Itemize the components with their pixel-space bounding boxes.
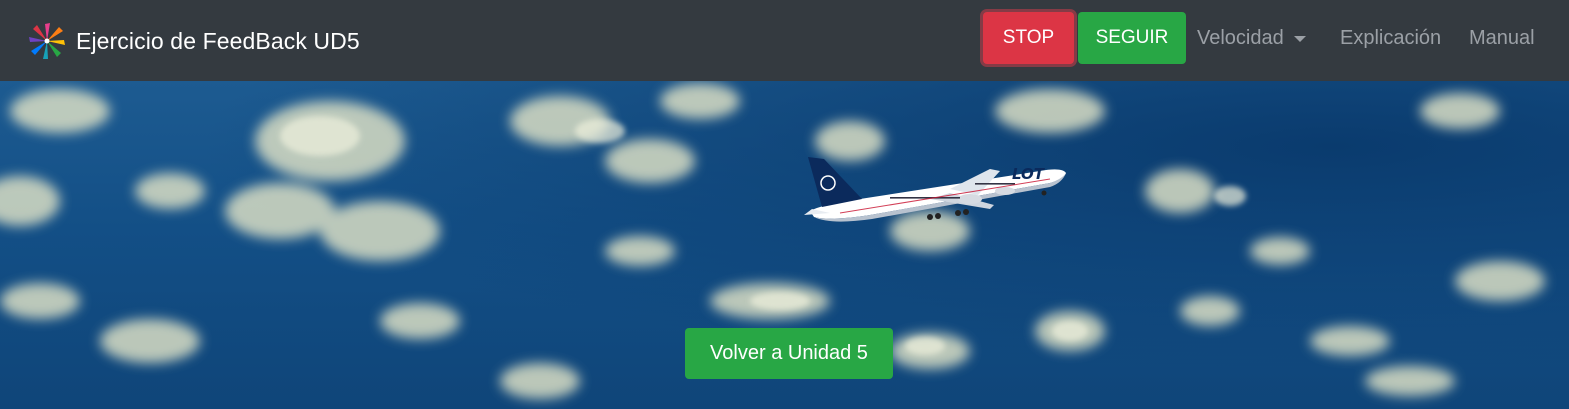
caret-down-icon — [1293, 35, 1306, 42]
top-navbar: Ejercicio de FeedBack UD5 STOP SEGUIR Ve… — [0, 0, 1569, 81]
velocidad-label: Velocidad — [1197, 27, 1284, 49]
airplane-image: LOT — [804, 157, 1066, 222]
explicacion-link[interactable]: Explicación — [1340, 27, 1441, 50]
stop-button[interactable]: STOP — [983, 12, 1074, 64]
velocidad-dropdown[interactable]: Velocidad — [1197, 27, 1306, 50]
brand-title: Ejercicio de FeedBack UD5 — [76, 27, 360, 54]
volver-a-unidad-button[interactable]: Volver a Unidad 5 — [685, 328, 893, 379]
brand-link[interactable]: Ejercicio de FeedBack UD5 — [26, 20, 360, 62]
manual-link[interactable]: Manual — [1469, 27, 1535, 50]
star-burst-logo-icon — [29, 23, 65, 59]
hero-sky-background: LOT Volver a Unidad 5 — [0, 81, 1569, 409]
seguir-button[interactable]: SEGUIR — [1078, 12, 1186, 64]
livery-text: LOT — [1012, 165, 1046, 183]
